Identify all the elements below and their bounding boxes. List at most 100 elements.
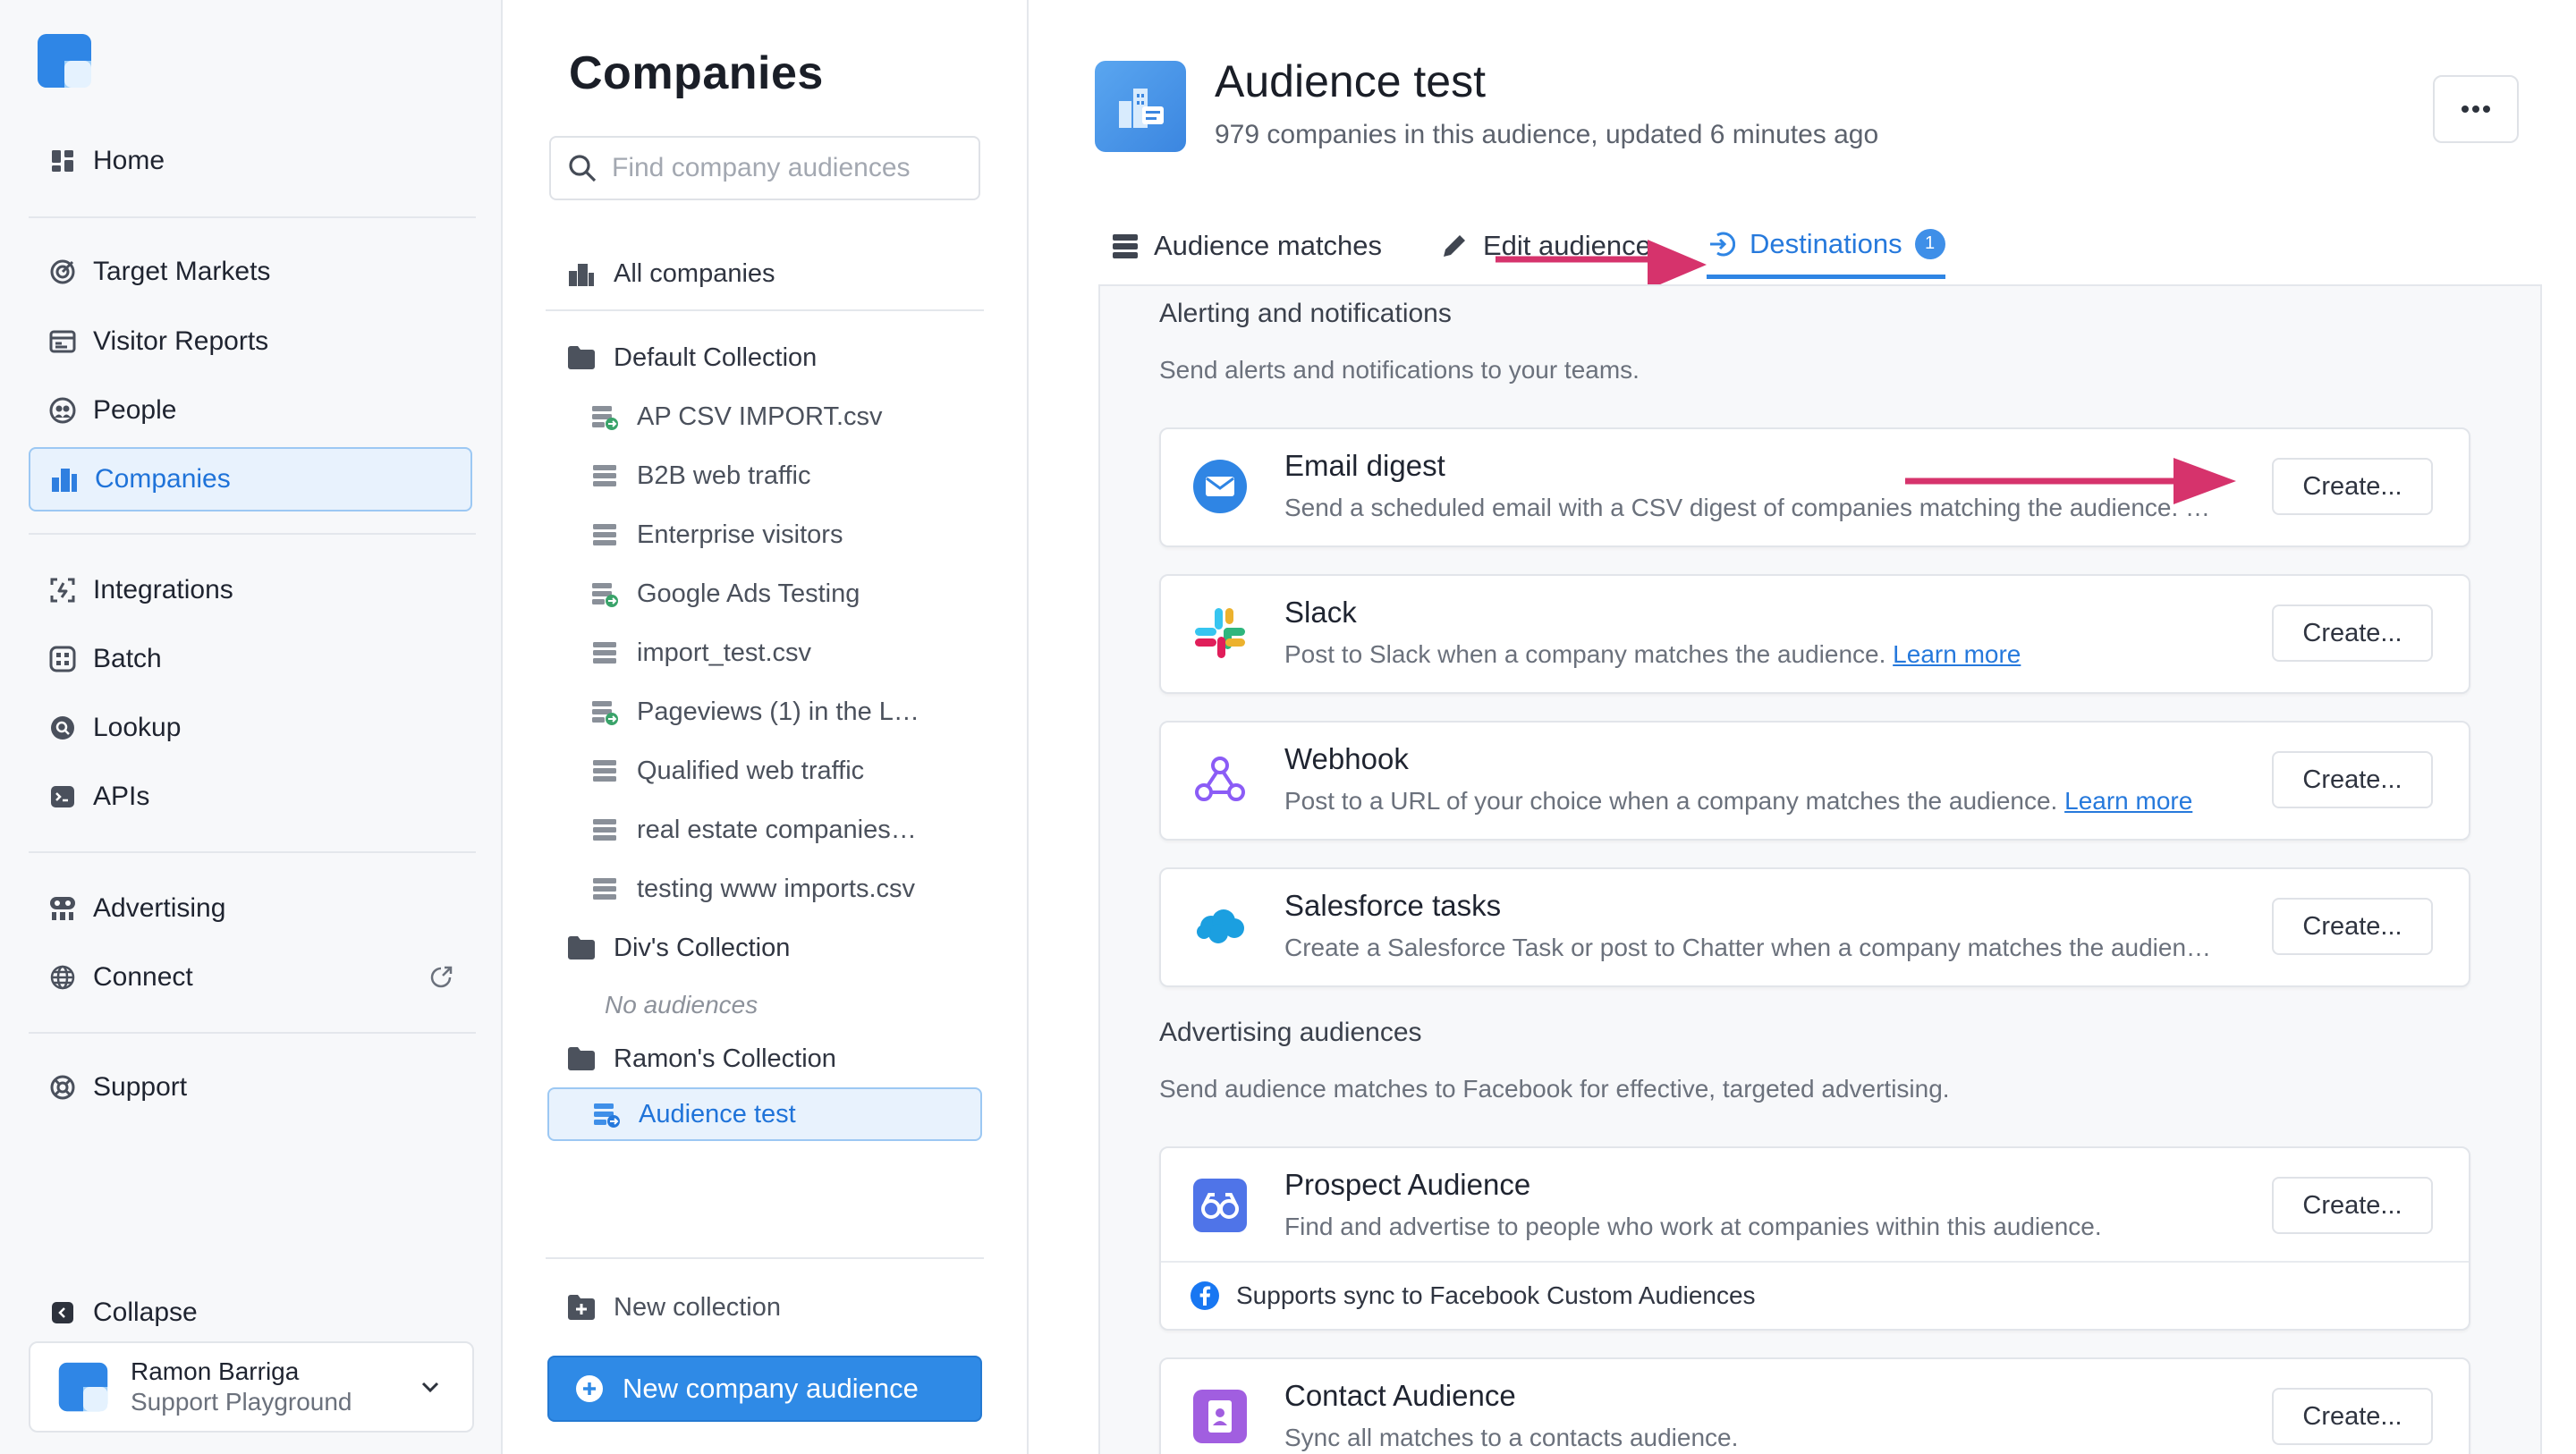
nav-item-advertising[interactable]: Advertising	[29, 876, 472, 941]
create-prospect-audience-button[interactable]: Create...	[2272, 1177, 2433, 1234]
all-companies-label: All companies	[614, 258, 775, 288]
nav-label: APIs	[93, 782, 150, 811]
audience-item[interactable]: Pageviews (1) in the L…	[590, 685, 984, 739]
destination-card-email-digest: Email digest Send a scheduled email with…	[1159, 427, 2470, 547]
empty-collection-label: No audiences	[605, 991, 758, 1019]
nav-label: Collapse	[93, 1298, 198, 1327]
create-slack-button[interactable]: Create...	[2272, 604, 2433, 662]
search-box[interactable]	[549, 136, 980, 200]
count-badge: 1	[1914, 228, 1945, 259]
audience-subtitle: 979 companies in this audience, updated …	[1215, 120, 1879, 149]
new-collection-label: New collection	[614, 1292, 781, 1322]
nav-label: Visitor Reports	[93, 326, 269, 356]
learn-more-link[interactable]: Learn more	[1893, 640, 2021, 668]
divider	[29, 533, 476, 535]
audience-name: B2B web traffic	[637, 461, 811, 490]
audience-item[interactable]: import_test.csv	[590, 626, 984, 680]
tab-destinations[interactable]: Destinations 1	[1707, 213, 1945, 279]
binoculars-icon	[1191, 1177, 1249, 1234]
import-list-icon	[590, 697, 619, 726]
user-name: Ramon Barriga	[131, 1357, 300, 1385]
collection-divs[interactable]: Div's Collection	[567, 921, 790, 975]
collection-default[interactable]: Default Collection	[567, 331, 817, 385]
audience-name: Google Ads Testing	[637, 579, 860, 608]
annotation-arrow-icon	[1905, 458, 2236, 504]
nav-label: People	[93, 395, 177, 425]
audience-item[interactable]: testing www imports.csv	[590, 862, 984, 916]
collapse-button[interactable]: Collapse	[29, 1281, 472, 1345]
contact-icon	[1191, 1388, 1249, 1445]
nav-item-integrations[interactable]: Integrations	[29, 558, 472, 622]
button-label: New company audience	[623, 1373, 919, 1404]
card-description: Find and advertise to people who work at…	[1284, 1213, 2102, 1240]
import-list-icon	[590, 579, 619, 608]
collection-name: Div's Collection	[614, 933, 791, 962]
tab-audience-matches[interactable]: Audience matches	[1111, 213, 1382, 279]
audience-item[interactable]: B2B web traffic	[590, 449, 984, 503]
external-link-icon[interactable]	[428, 964, 454, 991]
destination-card-slack: Slack Post to Slack when a company match…	[1159, 574, 2470, 694]
nav-item-apis[interactable]: APIs	[29, 765, 472, 829]
search-icon	[569, 155, 597, 182]
create-contact-audience-button[interactable]: Create...	[2272, 1388, 2433, 1445]
nav-item-people[interactable]: People	[29, 378, 472, 443]
app-logo-icon[interactable]	[36, 32, 93, 89]
audience-item-selected[interactable]: Audience test	[547, 1087, 982, 1141]
nav-item-target-markets[interactable]: Target Markets	[29, 240, 472, 304]
create-email-digest-button[interactable]: Create...	[2272, 458, 2433, 515]
card-description: Post to a URL of your choice when a comp…	[1284, 787, 2192, 816]
all-companies-link[interactable]: All companies	[567, 247, 775, 300]
card-title: Email digest	[1284, 449, 1445, 482]
audience-name: real estate companies…	[637, 815, 917, 844]
nav-item-batch[interactable]: Batch	[29, 627, 472, 691]
audience-item[interactable]: AP CSV IMPORT.csv	[590, 390, 984, 444]
create-webhook-button[interactable]: Create...	[2272, 751, 2433, 808]
nav-label: Batch	[93, 644, 162, 673]
audience-item[interactable]: real estate companies…	[590, 803, 984, 857]
audience-item[interactable]: Enterprise visitors	[590, 508, 984, 562]
account-switcher[interactable]: Ramon Barriga Support Playground	[29, 1341, 474, 1433]
audience-detail: Audience test 979 companies in this audi…	[1030, 0, 2576, 1454]
create-salesforce-button[interactable]: Create...	[2272, 898, 2433, 955]
audience-name: testing www imports.csv	[637, 874, 916, 903]
folder-icon	[567, 1044, 596, 1073]
nav-item-lookup[interactable]: Lookup	[29, 696, 472, 760]
nav-item-companies[interactable]: Companies	[29, 447, 472, 511]
divider	[29, 851, 476, 853]
new-collection-button[interactable]: New collection	[567, 1281, 781, 1334]
card-title: Contact Audience	[1284, 1379, 1516, 1412]
nav-label: Companies	[95, 464, 231, 494]
nav-label: Home	[93, 146, 165, 175]
integrations-icon	[48, 576, 77, 604]
batch-icon	[48, 645, 77, 673]
audience-item[interactable]: Qualified web traffic	[590, 744, 984, 798]
nav-item-home[interactable]: Home	[29, 129, 472, 193]
audience-name: Audience test	[639, 1099, 796, 1129]
facebook-icon	[1191, 1281, 1219, 1310]
learn-more-link[interactable]: Learn more	[2064, 787, 2192, 815]
list-icon	[590, 757, 619, 785]
search-input[interactable]	[612, 153, 970, 183]
collection-ramons[interactable]: Ramon's Collection	[567, 1032, 836, 1086]
collapse-icon	[48, 1298, 77, 1327]
nav-item-connect[interactable]: Connect	[29, 945, 472, 1010]
list-icon	[590, 461, 619, 490]
nav-label: Target Markets	[93, 257, 271, 286]
new-company-audience-button[interactable]: New company audience	[547, 1356, 982, 1422]
section-title: Advertising audiences	[1159, 1018, 1422, 1047]
more-options-button[interactable]	[2433, 75, 2519, 143]
tab-label: Audience matches	[1154, 230, 1383, 261]
nav-item-support[interactable]: Support	[29, 1055, 472, 1120]
nav-label: Advertising	[93, 893, 226, 923]
home-icon	[48, 147, 77, 175]
destination-card-prospect-audience: Prospect Audience Find and advertise to …	[1159, 1146, 2470, 1331]
nav-label: Connect	[93, 962, 193, 992]
card-title: Prospect Audience	[1284, 1168, 1531, 1201]
nav-label: Support	[93, 1072, 188, 1102]
pencil-icon	[1444, 235, 1465, 257]
card-title: Webhook	[1284, 742, 1409, 775]
audience-item[interactable]: Google Ads Testing	[590, 567, 984, 621]
people-icon	[48, 396, 77, 425]
org-logo-icon	[58, 1362, 108, 1412]
nav-item-visitor-reports[interactable]: Visitor Reports	[29, 309, 472, 374]
